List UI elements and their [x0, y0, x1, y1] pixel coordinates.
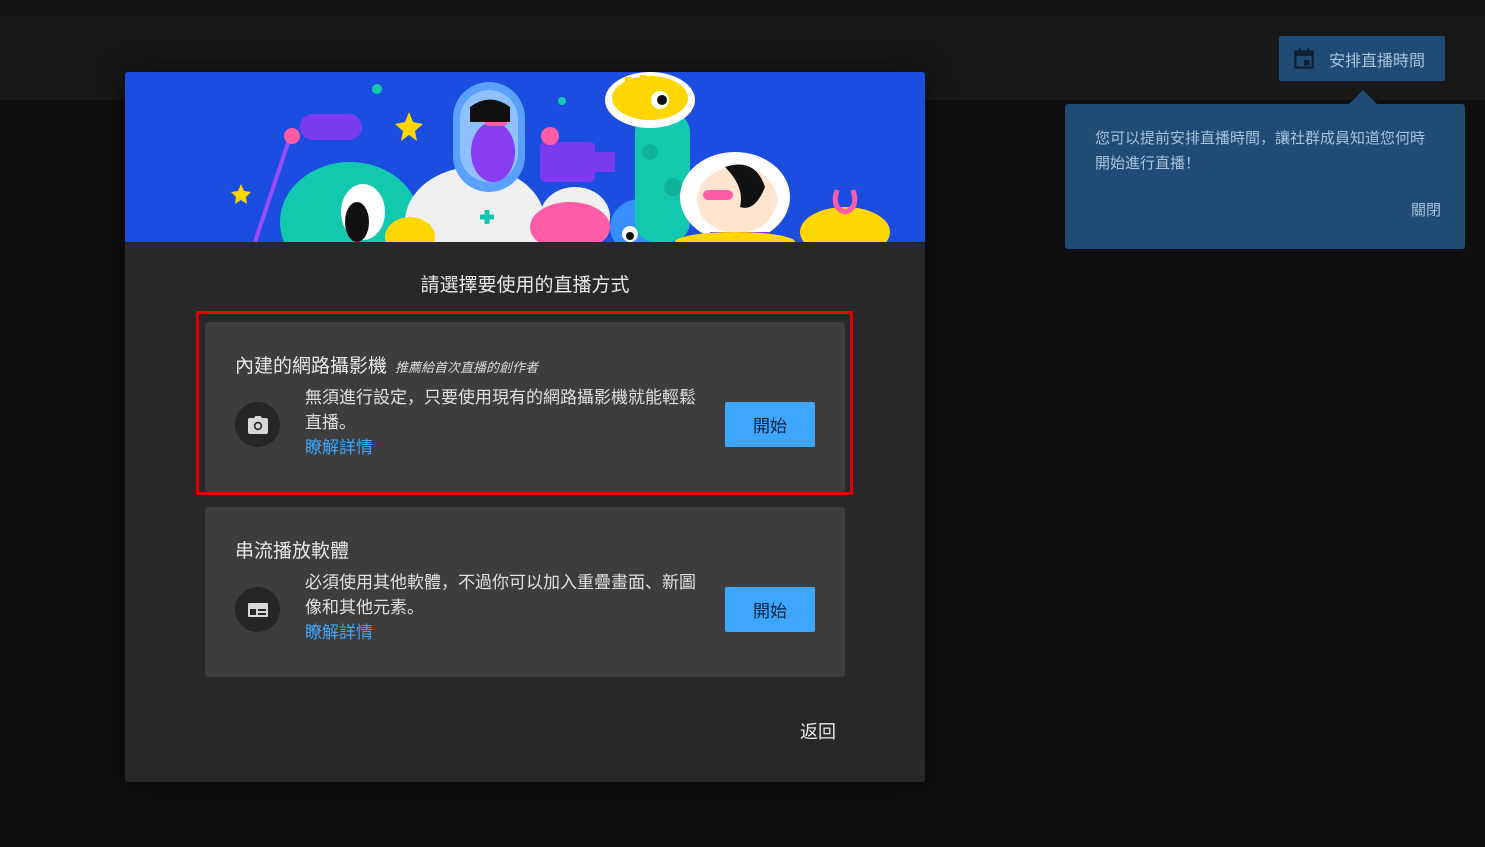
tooltip-arrow [1349, 90, 1377, 104]
option-description: 必須使用其他軟體，不過你可以加入重疊畫面、新圖像和其他元素。 瞭解詳情 [305, 571, 705, 646]
tooltip-text: 您可以提前安排直播時間，讓社群成員知道您何時開始進行直播！ [1095, 129, 1426, 172]
schedule-tooltip: 您可以提前安排直播時間，讓社群成員知道您何時開始進行直播！ 關閉 [1065, 104, 1465, 249]
stream-method-dialog: 請選擇要使用的直播方式 內建的網路攝影機 推薦給首次直播的創作者 無須進行設定，只… [125, 72, 925, 782]
option-description-text: 必須使用其他軟體，不過你可以加入重疊畫面、新圖像和其他元素。 [305, 573, 696, 618]
dialog-banner-illustration [125, 72, 925, 242]
layout-icon [235, 587, 280, 632]
schedule-stream-button[interactable]: 安排直播時間 [1279, 36, 1445, 81]
highlight-box [196, 311, 853, 495]
start-software-button[interactable]: 開始 [725, 587, 815, 632]
schedule-stream-label: 安排直播時間 [1329, 50, 1426, 70]
top-strip [0, 0, 1485, 16]
back-button[interactable]: 返回 [793, 718, 843, 744]
tooltip-close-button[interactable]: 關閉 [1411, 198, 1441, 223]
calendar-icon [1291, 46, 1317, 72]
learn-more-link[interactable]: 瞭解詳情 [305, 621, 705, 646]
dialog-title: 請選擇要使用的直播方式 [420, 274, 630, 296]
option-title: 串流播放軟體 [235, 540, 350, 562]
option-card-streaming-software: 串流播放軟體 必須使用其他軟體，不過你可以加入重疊畫面、新圖像和其他元素。 瞭解… [205, 507, 845, 677]
